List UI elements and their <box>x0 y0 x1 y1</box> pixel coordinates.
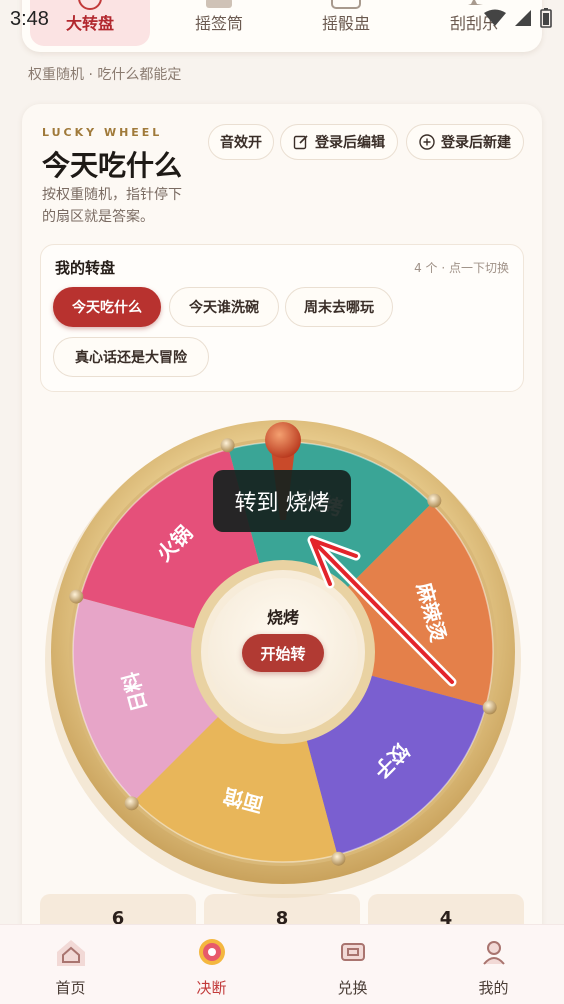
card-description: 按权重随机，指针停下的扇区就是答案。 <box>42 187 182 225</box>
new-wheel-button[interactable]: 登录后新建 <box>406 124 524 160</box>
nav-label: 我的 <box>478 979 509 997</box>
nav-home[interactable]: 首页 <box>0 925 141 1004</box>
edit-button[interactable]: 登录后编辑 <box>280 124 398 160</box>
spin-button[interactable]: 开始转 <box>242 634 324 672</box>
nav-profile[interactable]: 我的 <box>423 925 564 1004</box>
wheel-card: LUCKY WHEEL 今天吃什么 按权重随机，指针停下的扇区就是答案。 音效开… <box>22 104 542 964</box>
tab-dice[interactable]: 摇骰盅 <box>286 0 406 46</box>
wheel-chip-label: 真心话还是大冒险 <box>75 350 187 366</box>
my-wheels-hint: 4 个 · 点一下切换 <box>414 261 509 275</box>
sound-toggle-button[interactable]: 音效开 <box>208 124 274 160</box>
wheel-chip[interactable]: 今天吃什么 <box>53 287 161 327</box>
wheel-chip[interactable]: 真心话还是大冒险 <box>53 337 209 377</box>
ticket-icon <box>340 943 365 961</box>
edit-icon <box>293 135 308 150</box>
wheel-chip[interactable]: 周末去哪玩 <box>285 287 393 327</box>
wheel-chip-label: 周末去哪玩 <box>304 300 374 316</box>
tab-label: 摇骰盅 <box>321 14 370 33</box>
dice-icon <box>331 0 361 9</box>
card-eyebrow: LUCKY WHEEL <box>42 126 163 139</box>
add-icon <box>419 134 435 150</box>
result-label: 烧烤 <box>266 608 299 627</box>
bottom-nav: 首页 决断 兑换 我的 <box>0 924 564 1004</box>
wheel-chip-label: 今天谁洗碗 <box>189 300 259 316</box>
my-wheels-title: 我的转盘 <box>55 259 116 277</box>
nav-decide[interactable]: 决断 <box>141 925 282 1004</box>
wheel-center: 烧烤 开始转 <box>208 578 358 728</box>
user-icon <box>482 941 505 965</box>
wheel-chip[interactable]: 今天谁洗碗 <box>169 287 279 327</box>
fortune-sticks-icon <box>206 0 232 8</box>
edit-button-label: 登录后编辑 <box>315 135 385 151</box>
star-icon <box>468 0 483 5</box>
wheel-chip-label: 今天吃什么 <box>72 300 142 316</box>
game-tabs: 大转盘 摇签筒 摇骰盅 刮刮乐 <box>22 0 542 52</box>
new-wheel-button-label: 登录后新建 <box>441 135 511 151</box>
tab-label: 刮刮乐 <box>449 14 498 33</box>
tab-fortune-sticks[interactable]: 摇签筒 <box>159 0 279 46</box>
nav-label: 决断 <box>196 979 227 997</box>
tab-label: 大转盘 <box>65 14 114 33</box>
tab-label: 摇签筒 <box>194 14 243 33</box>
wheel-icon <box>198 939 225 965</box>
page-subtitle: 权重随机 · 吃什么都能定 <box>28 67 182 83</box>
home-icon <box>56 940 85 966</box>
card-title: 今天吃什么 <box>42 149 183 182</box>
nav-exchange[interactable]: 兑换 <box>282 925 423 1004</box>
tab-scratch[interactable]: 刮刮乐 <box>414 0 534 46</box>
my-wheels-panel: 我的转盘 4 个 · 点一下切换 今天吃什么 今天谁洗碗 周末去哪玩 真心话还是… <box>40 244 524 392</box>
sound-toggle-label: 音效开 <box>220 135 262 151</box>
nav-label: 首页 <box>55 979 86 997</box>
nav-label: 兑换 <box>337 979 368 997</box>
tab-wheel[interactable]: 大转盘 <box>30 0 150 46</box>
